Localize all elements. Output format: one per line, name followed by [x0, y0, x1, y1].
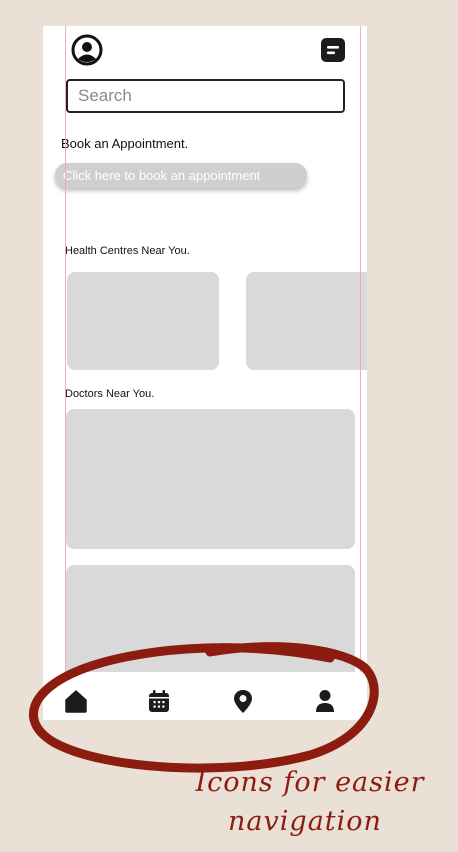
annotation-line-2: navigation — [228, 806, 382, 837]
doctor-card[interactable] — [66, 409, 355, 549]
note-menu-icon — [321, 38, 345, 62]
layout-guide-line — [360, 26, 361, 720]
nav-location[interactable] — [230, 688, 256, 714]
nav-calendar[interactable] — [146, 688, 172, 714]
nav-profile[interactable] — [312, 688, 338, 714]
search-input[interactable] — [66, 79, 345, 113]
health-centre-card[interactable] — [246, 272, 367, 370]
phone-screen: Book an Appointment. Click here to book … — [43, 26, 367, 720]
location-pin-icon — [234, 690, 252, 713]
person-icon — [316, 690, 334, 712]
menu-button[interactable] — [320, 37, 346, 63]
annotation-line-1: Icons for easier — [195, 767, 425, 798]
health-centre-card[interactable] — [67, 272, 219, 370]
user-circle-icon — [71, 34, 103, 66]
bottom-nav — [43, 672, 367, 720]
profile-button[interactable] — [71, 34, 103, 66]
layout-guide-line — [65, 26, 66, 720]
book-appointment-title: Book an Appointment. — [61, 136, 189, 151]
book-appointment-button[interactable]: Click here to book an appointment — [55, 163, 307, 188]
nav-home[interactable] — [63, 688, 89, 714]
health-centres-title: Health Centres Near You. — [65, 245, 190, 257]
calendar-icon — [149, 690, 169, 712]
home-icon — [65, 690, 87, 713]
doctors-title: Doctors Near You. — [65, 388, 155, 400]
